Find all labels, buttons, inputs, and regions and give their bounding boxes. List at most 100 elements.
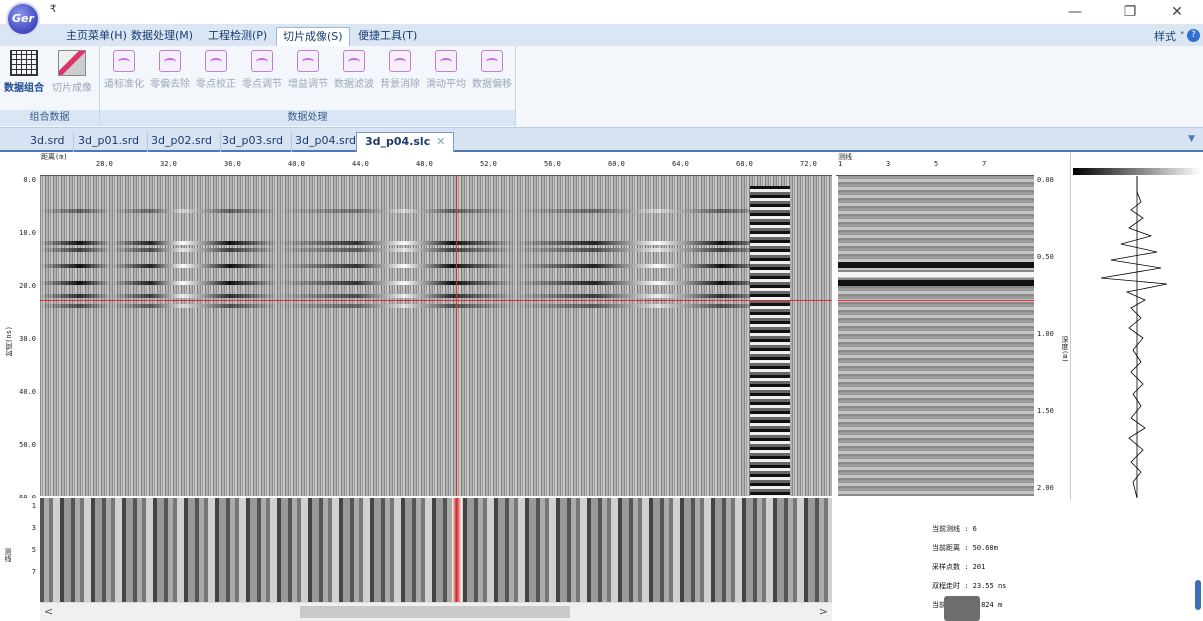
slice-tick-label: 5 (31, 546, 36, 554)
line-tick-label: 7 (982, 160, 987, 168)
minimize-button[interactable]: — (1060, 2, 1090, 22)
menu-home[interactable]: 主页菜单(H) (60, 27, 133, 46)
overlay-widget[interactable] (944, 596, 980, 621)
btn-label: 零点校正 (196, 79, 236, 90)
x-axis-title: 距离(m) (41, 153, 68, 161)
ribbon: 数据组合 切片成像 组合数据 道标准化 零偏去除 零点校正 零点调节 增益调节 … (0, 46, 1203, 128)
slice-cursor (452, 498, 462, 602)
trace-normalize-button[interactable]: 道标准化 (104, 50, 144, 90)
info-value: 201 (972, 563, 986, 571)
x-tick-label: 36.0 (224, 160, 241, 168)
restore-button[interactable]: ❐ (1115, 2, 1145, 22)
migration-button[interactable]: 数据偏移 (472, 50, 512, 90)
info-label: 采样点数 : (932, 563, 969, 571)
dewow-button[interactable]: 零偏去除 (150, 50, 190, 90)
depth-tick-label: 0.00 (1037, 176, 1054, 184)
slice-tick-label: 3 (31, 524, 36, 532)
line-tick-label: 5 (934, 160, 939, 168)
app-logo-button[interactable]: Ger (6, 2, 40, 36)
workspace: 距离(m) 28.0 32.0 36.0 40.0 44.0 48.0 52.0 56.0 60… (0, 152, 1203, 621)
menu-slice-imaging[interactable]: 切片成像(S) (276, 27, 350, 46)
info-panel: 当前测线 : 6 当前距离 : 50.60m 采样点数 : 201 双程走时 :… (836, 500, 1203, 621)
close-tab-icon[interactable]: ✕ (436, 135, 445, 148)
group-combine: 数据组合 切片成像 组合数据 (0, 46, 100, 126)
x-tick-label: 72.0 (800, 160, 817, 168)
style-menu[interactable]: 样式 ˅ (1154, 28, 1185, 44)
help-icon[interactable]: ? (1187, 29, 1200, 42)
combine-data-button[interactable]: 数据组合 (4, 50, 44, 94)
line-ruler: 测线 1357 (836, 152, 1034, 176)
btn-label: 滑动平均 (426, 79, 466, 90)
tab-dropdown-icon[interactable]: ▼ (1188, 134, 1195, 144)
info-value: 23.55 ns (972, 582, 1007, 590)
depth-tick-label: 2.00 (1037, 484, 1054, 492)
tab-3d-p02[interactable]: 3d_p02.srd (143, 132, 221, 152)
info-samples: 采样点数 : 201 (932, 562, 985, 572)
slice-canvas[interactable] (40, 498, 832, 602)
x-tick-label: 64.0 (672, 160, 689, 168)
btn-label: 零点调节 (242, 79, 282, 90)
depth-tick-label: 0.50 (1037, 253, 1054, 261)
tab-label: 3d_p04.slc (365, 135, 431, 148)
group-processing: 道标准化 零偏去除 零点校正 零点调节 增益调节 数据滤波 背景消除 滑动平均 … (100, 46, 516, 126)
line-tick-label: 1 (838, 160, 843, 168)
scroll-thumb[interactable] (300, 606, 570, 618)
background-remove-button[interactable]: 背景消除 (380, 50, 420, 90)
horizontal-scrollbar[interactable]: < > (40, 602, 832, 621)
scroll-left-arrow[interactable]: < (44, 605, 53, 618)
normalize-icon (113, 50, 135, 72)
waveform-panel (1070, 152, 1203, 500)
depth-axis: 0.00 0.50 1.00 1.50 2.00 深度(m) (1034, 176, 1068, 496)
tab-3d-p04[interactable]: 3d_p04.srd (287, 132, 365, 152)
close-button[interactable]: ✕ (1162, 2, 1192, 22)
tab-3d-srd[interactable]: 3d.srd (22, 132, 74, 152)
y-tick-label: 40.0 (19, 388, 36, 396)
cube-icon (58, 50, 86, 76)
btn-label: 数据滤波 (334, 79, 374, 90)
tab-3d-p04-slc[interactable]: 3d_p04.slc ✕ (356, 132, 455, 152)
y-axis-title: 时间(ns) (5, 326, 13, 357)
side-scroll-indicator[interactable] (1195, 580, 1201, 610)
gain-icon (297, 50, 319, 72)
cross-section-canvas[interactable] (838, 176, 1034, 496)
zero-adjust-icon (251, 50, 273, 72)
tab-3d-p01[interactable]: 3d_p01.srd (70, 132, 148, 152)
zero-correct-button[interactable]: 零点校正 (196, 50, 236, 90)
info-distance: 当前距离 : 50.60m (932, 543, 998, 553)
filter-button[interactable]: 数据滤波 (334, 50, 374, 90)
btn-label: 零偏去除 (150, 79, 190, 90)
x-tick-label: 32.0 (160, 160, 177, 168)
menu-bar: 主页菜单(H) 数据处理(M) 工程检测(P) 切片成像(S) 便捷工具(T) … (0, 24, 1203, 46)
scroll-right-arrow[interactable]: > (819, 605, 828, 618)
radargram-canvas[interactable] (40, 176, 832, 496)
depth-tick-label: 1.50 (1037, 407, 1054, 415)
x-tick-label: 52.0 (480, 160, 497, 168)
document-tabs: 3d.srd 3d_p01.srd 3d_p02.srd 3d_p03.srd … (0, 128, 1203, 152)
depth-axis-title: 深度(m) (1061, 336, 1068, 363)
quick-access-dropdown[interactable]: ₹ (50, 4, 56, 15)
migration-icon (481, 50, 503, 72)
cursor-horizontal (40, 300, 832, 301)
menu-engineering[interactable]: 工程检测(P) (202, 27, 273, 46)
info-value: 6 (972, 525, 977, 533)
gain-button[interactable]: 增益调节 (288, 50, 328, 90)
x-tick-label: 40.0 (288, 160, 305, 168)
moving-average-icon (435, 50, 457, 72)
slice-imaging-button[interactable]: 切片成像 (52, 50, 92, 94)
moving-average-button[interactable]: 滑动平均 (426, 50, 466, 90)
slice-tick-label: 7 (31, 568, 36, 576)
y-tick-label: 10.0 (19, 229, 36, 237)
slice-imaging-label: 切片成像 (52, 83, 92, 94)
slice-axis-title: 测线 (4, 548, 12, 562)
menu-tools[interactable]: 便捷工具(T) (352, 27, 423, 46)
info-label: 双程走时 : (932, 582, 969, 590)
distance-ruler: 距离(m) 28.0 32.0 36.0 40.0 44.0 48.0 52.0 56.0 60… (40, 152, 832, 176)
combine-data-label: 数据组合 (4, 83, 44, 94)
y-tick-label: 50.0 (19, 441, 36, 449)
zero-adjust-button[interactable]: 零点调节 (242, 50, 282, 90)
line-tick-label: 3 (886, 160, 891, 168)
grid-icon (10, 50, 38, 76)
filter-icon (343, 50, 365, 72)
menu-data-processing[interactable]: 数据处理(M) (125, 27, 199, 46)
tab-3d-p03[interactable]: 3d_p03.srd (214, 132, 292, 152)
